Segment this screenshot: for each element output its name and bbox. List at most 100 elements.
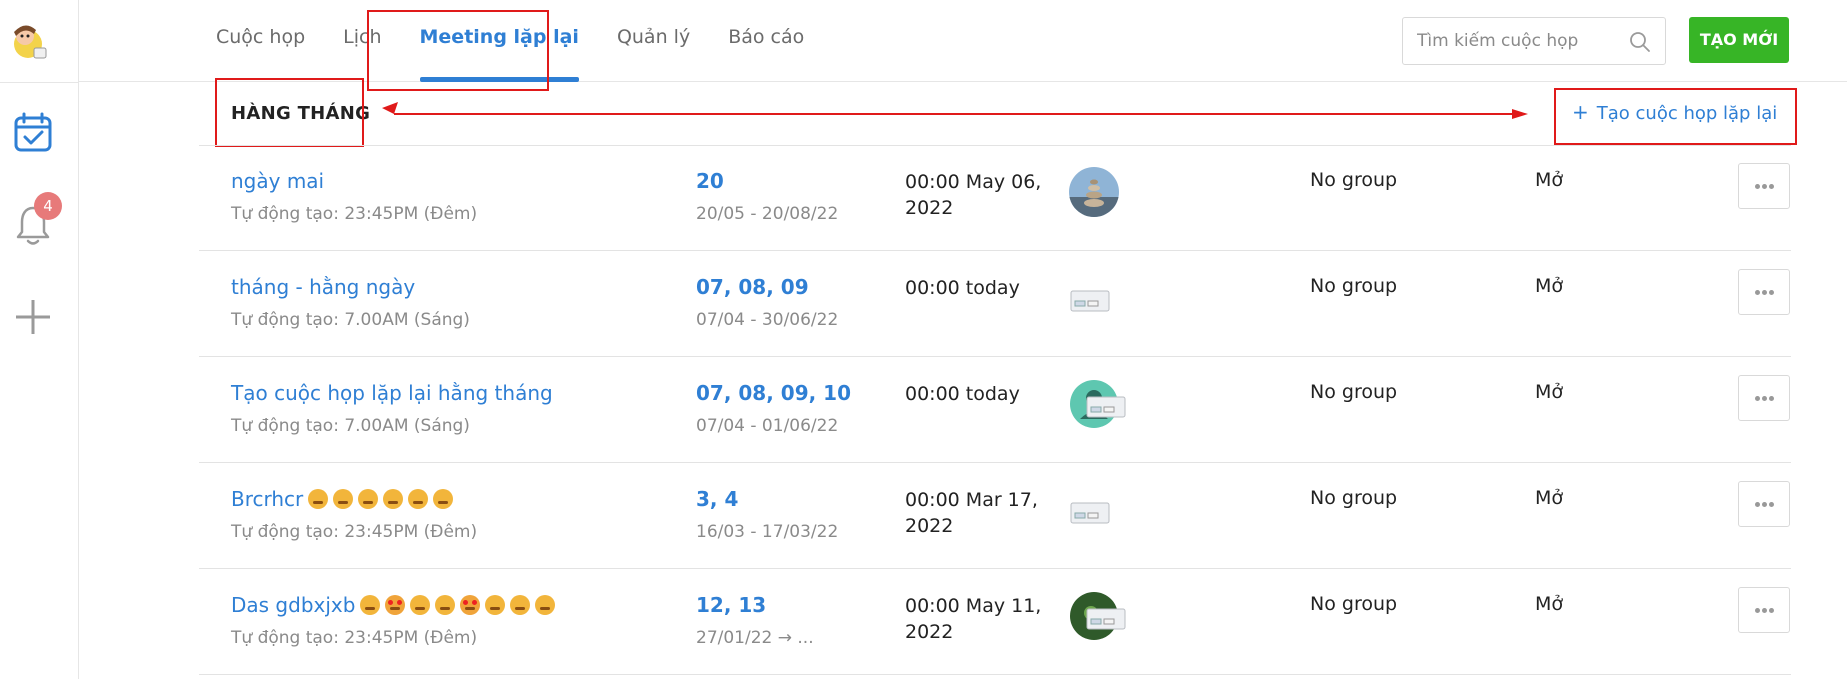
tab-calendar[interactable]: Lịch <box>324 0 400 82</box>
add-recurring-meeting-link[interactable]: + Tạo cuộc họp lặp lại <box>1572 100 1777 124</box>
search-icon[interactable] <box>1629 31 1651 53</box>
auto-create-time: Tự động tạo: 23:45PM (Đêm) <box>231 628 478 648</box>
participant-avatar <box>1069 485 1119 535</box>
more-options-button[interactable] <box>1738 269 1790 315</box>
dot <box>1761 396 1767 401</box>
calendar-check-icon[interactable] <box>14 112 52 152</box>
meeting-title-text: Tạo cuộc họp lặp lại hằng tháng <box>231 381 553 405</box>
dot <box>1754 502 1760 507</box>
search-box[interactable] <box>1402 17 1666 65</box>
grin-face-emoji <box>535 595 556 615</box>
sad-face-emoji <box>308 489 329 509</box>
status-label: Mở <box>1535 487 1564 509</box>
heart-eyes-face-emoji <box>385 595 406 615</box>
left-rail: 4 <box>0 0 79 679</box>
date-range: 27/01/22 → ... <box>696 628 814 648</box>
sad-face-emoji <box>383 489 404 509</box>
tab-recurring-meetings[interactable]: Meeting lặp lại <box>401 0 598 82</box>
grin-face-emoji <box>485 595 506 615</box>
meeting-title[interactable]: Brcrhcr <box>231 487 454 511</box>
meeting-title-text: tháng - hằng ngày <box>231 275 416 299</box>
status-label: Mở <box>1535 275 1564 297</box>
plus-icon: + <box>1572 100 1589 124</box>
meeting-title[interactable]: Das gdbxjxb <box>231 593 556 617</box>
dot <box>1768 184 1774 189</box>
meeting-time: 00:00 Mar 17, 2022 <box>905 489 1038 537</box>
notification-badge: 4 <box>34 192 62 220</box>
create-new-button[interactable]: TẠO MỚI <box>1689 17 1789 63</box>
meeting-title[interactable]: ngày mai <box>231 169 324 193</box>
dot <box>1754 608 1760 613</box>
more-options-button[interactable] <box>1738 375 1790 421</box>
grin-face-emoji <box>360 595 381 615</box>
status-label: Mở <box>1535 593 1564 615</box>
table-row[interactable]: Tạo cuộc họp lặp lại hằng tháng Tự động t… <box>199 357 1791 463</box>
tab-management[interactable]: Quản lý <box>598 0 709 82</box>
group-label: No group <box>1310 381 1398 403</box>
plus-icon[interactable] <box>14 298 52 336</box>
nav-tabs: Cuộc họp Lịch Meeting lặp lại Quản lý Bá… <box>197 0 823 82</box>
auto-create-time: Tự động tạo: 23:45PM (Đêm) <box>231 522 478 542</box>
dot <box>1754 396 1760 401</box>
tab-reports[interactable]: Báo cáo <box>709 0 823 82</box>
meeting-time: 00:00 today <box>905 277 1020 299</box>
group-label: No group <box>1310 487 1398 509</box>
crying-face-emoji <box>358 489 379 509</box>
group-label: No group <box>1310 275 1398 297</box>
auto-create-time: Tự động tạo: 23:45PM (Đêm) <box>231 204 478 224</box>
repeat-days: 3, 4 <box>696 487 739 511</box>
meeting-time: 00:00 today <box>905 383 1020 405</box>
sad-face-emoji <box>433 489 454 509</box>
date-range: 16/03 - 17/03/22 <box>696 522 839 542</box>
repeat-days: 20 <box>696 169 724 193</box>
sad-face-emoji <box>408 489 429 509</box>
kiss-face-emoji <box>510 595 531 615</box>
tab-label: Lịch <box>343 26 382 48</box>
meeting-title[interactable]: tháng - hằng ngày <box>231 275 415 299</box>
app-logo[interactable] <box>8 14 52 70</box>
group-label: No group <box>1310 593 1398 615</box>
meeting-title[interactable]: Tạo cuộc họp lặp lại hằng tháng <box>231 381 553 405</box>
auto-create-time: Tự động tạo: 7.00AM (Sáng) <box>231 416 470 436</box>
table-row[interactable]: Brcrhcr Tự động tạo: 23:45PM (Đêm) 3, 4 16/… <box>199 463 1791 569</box>
search-input[interactable] <box>1417 18 1617 64</box>
add-recurring-meeting-label: Tạo cuộc họp lặp lại <box>1596 103 1778 124</box>
meeting-title-text: Das gdbxjxb <box>231 593 356 617</box>
sad-face-emoji <box>333 489 354 509</box>
table-row[interactable]: tháng - hằng ngày Tự động tạo: 7.00AM (Sá… <box>199 251 1791 357</box>
table-row[interactable]: ngày mai Tự động tạo: 23:45PM (Đêm) 20 20/0… <box>199 145 1791 251</box>
tab-label: Báo cáo <box>728 26 805 48</box>
dot <box>1761 502 1767 507</box>
table-row[interactable]: Das gdbxjxb Tự động tạo: 23:45PM (Đêm) 12,… <box>199 569 1791 675</box>
participant-avatar <box>1069 591 1126 641</box>
dot <box>1768 608 1774 613</box>
more-options-button[interactable] <box>1738 163 1790 209</box>
meeting-time: 00:00 May 11, 2022 <box>905 595 1042 643</box>
repeat-days: 07, 08, 09, 10 <box>696 381 852 405</box>
date-range: 20/05 - 20/08/22 <box>696 204 839 224</box>
meeting-title-text: ngày mai <box>231 169 325 193</box>
participant-avatar <box>1069 379 1126 429</box>
section-title: HÀNG THÁNG <box>231 103 371 124</box>
repeat-days: 12, 13 <box>696 593 767 617</box>
tab-meetings[interactable]: Cuộc họp <box>197 0 324 82</box>
date-range: 07/04 - 01/06/22 <box>696 416 839 436</box>
active-tab-indicator <box>419 77 579 82</box>
rail-divider <box>0 82 79 83</box>
annotation-arrow <box>382 102 1528 119</box>
tab-label: Meeting lặp lại <box>419 26 579 48</box>
grin-face-emoji <box>435 595 456 615</box>
participant-avatar <box>1069 167 1119 217</box>
date-range: 07/04 - 30/06/22 <box>696 310 839 330</box>
more-options-button[interactable] <box>1738 481 1790 527</box>
tab-label: Cuộc họp <box>216 26 306 48</box>
participant-avatar <box>1069 273 1119 323</box>
meeting-title-text: Brcrhcr <box>231 487 304 511</box>
more-options-button[interactable] <box>1738 587 1790 633</box>
dot <box>1768 502 1774 507</box>
meeting-time: 00:00 May 06, 2022 <box>905 171 1042 219</box>
tab-label: Quản lý <box>616 26 691 48</box>
dot <box>1761 290 1767 295</box>
dot <box>1754 290 1760 295</box>
status-label: Mở <box>1535 381 1564 403</box>
